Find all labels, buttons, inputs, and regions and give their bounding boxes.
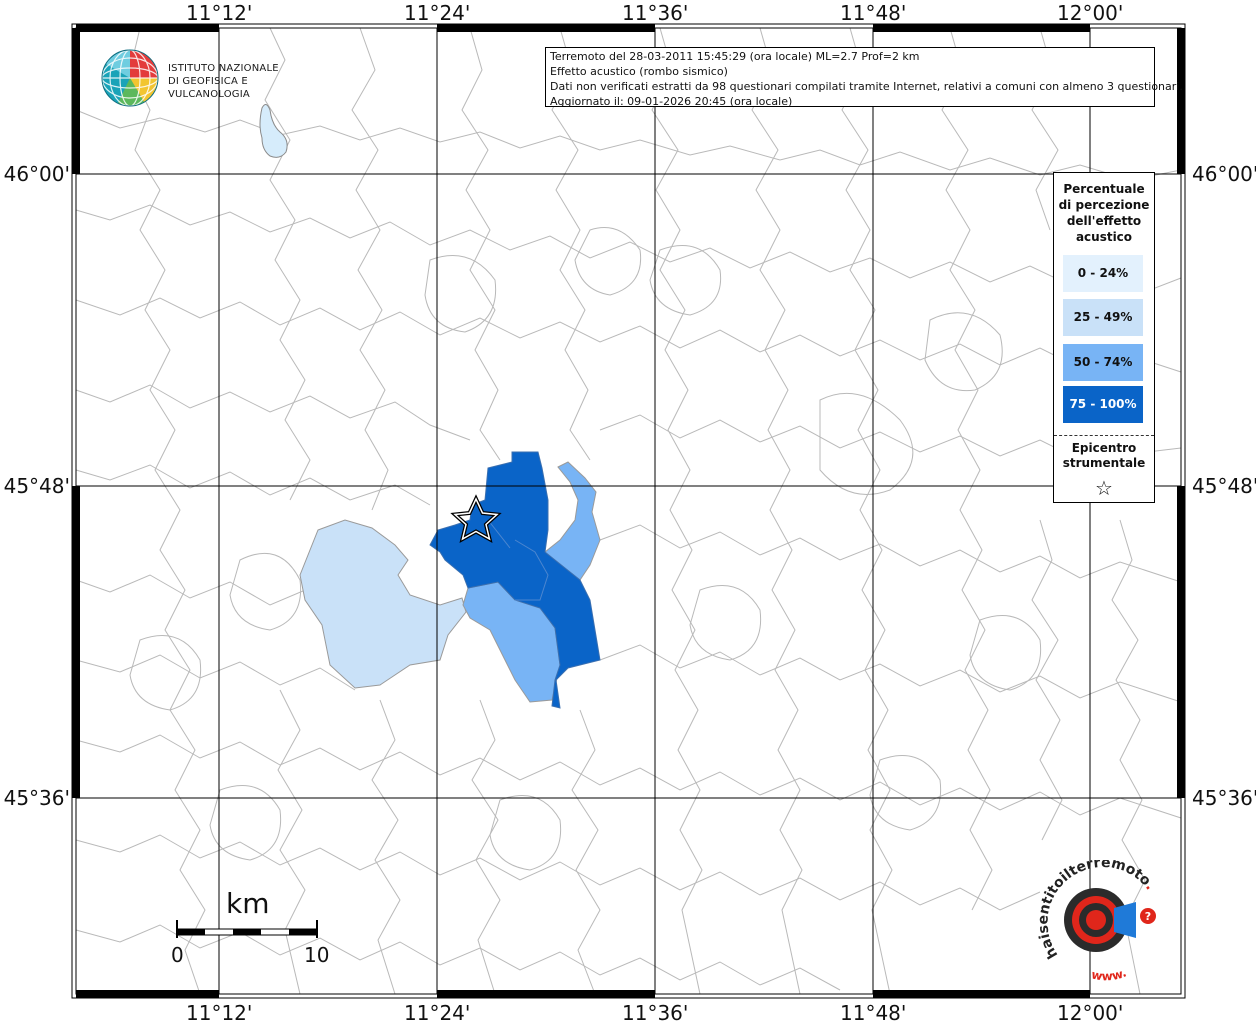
scale-end: 10 xyxy=(304,943,330,967)
legend-class-75-100: 75 - 100% xyxy=(1063,386,1143,423)
lon-tick-top-1: 11°12' xyxy=(186,1,253,25)
svg-text:?: ? xyxy=(1145,910,1151,923)
lon-tick-bottom-5: 12°00' xyxy=(1057,1001,1124,1025)
lon-tick-top-3: 11°36' xyxy=(622,1,689,25)
legend-epicenter-line: strumentale xyxy=(1062,456,1146,470)
ingv-name-line2: DI GEOFISICA E VULCANOLOGIA xyxy=(168,76,250,100)
lon-tick-top-2: 11°24' xyxy=(404,1,471,25)
map-area xyxy=(76,28,1181,994)
legend-title-line: acustico xyxy=(1075,230,1133,244)
ingv-logo: ISTITUTO NAZIONALE DI GEOFISICA E VULCAN… xyxy=(100,48,310,108)
legend-title-line: dell'effetto xyxy=(1066,214,1142,228)
lat-tick-left-2: 45°48' xyxy=(3,474,70,498)
brand-www-text: www. xyxy=(1090,965,1128,983)
info-data-line: Dati non verificati estratti da 98 quest… xyxy=(550,80,1183,93)
legend-title-line: di percezione xyxy=(1058,198,1150,212)
legend-class-0-24: 0 - 24% xyxy=(1063,255,1143,292)
legend-divider xyxy=(1054,435,1154,436)
legend-title: Percentuale di percezione dell'effetto a… xyxy=(1054,181,1154,245)
ingv-name-line1: ISTITUTO NAZIONALE xyxy=(168,63,279,74)
svg-text:www.: www. xyxy=(1090,965,1128,983)
scale-start: 0 xyxy=(171,943,184,967)
haisentitoilterremoto-logo: ? haisentitoilterremoto.it www. xyxy=(1036,860,1158,983)
legend-epicenter-line: Epicentro xyxy=(1071,441,1137,455)
legend-class-25-49: 25 - 49% xyxy=(1063,299,1143,336)
lat-tick-left-3: 45°36' xyxy=(3,786,70,810)
lat-tick-right-3: 45°36' xyxy=(1192,786,1256,810)
lat-tick-left-1: 46°00' xyxy=(3,162,70,186)
lat-tick-right-1: 46°00' xyxy=(1192,162,1256,186)
legend-title-line: Percentuale xyxy=(1063,182,1145,196)
lat-tick-right-2: 45°48' xyxy=(1192,474,1256,498)
lon-tick-bottom-1: 11°12' xyxy=(186,1001,253,1025)
info-effect-line: Effetto acustico (rombo sismico) xyxy=(550,65,728,78)
lon-tick-top-4: 11°48' xyxy=(840,1,907,25)
info-event-line: Terremoto del 28-03-2011 15:45:29 (ora l… xyxy=(550,50,920,63)
sound-cone-icon xyxy=(1114,902,1136,938)
ingv-globe-icon xyxy=(101,49,159,107)
legend: Percentuale di percezione dell'effetto a… xyxy=(1053,172,1155,503)
lon-tick-top-5: 12°00' xyxy=(1057,1,1124,25)
lon-tick-bottom-4: 11°48' xyxy=(840,1001,907,1025)
legend-class-50-74: 50 - 74% xyxy=(1063,344,1143,381)
legend-epicenter-label: Epicentro strumentale xyxy=(1054,441,1154,471)
legend-star-icon: ☆ xyxy=(1095,476,1113,500)
lon-tick-bottom-2: 11°24' xyxy=(404,1001,471,1025)
earthquake-info-box: Terremoto del 28-03-2011 15:45:29 (ora l… xyxy=(545,47,1183,108)
lon-tick-bottom-3: 11°36' xyxy=(622,1001,689,1025)
scale-unit: km xyxy=(226,887,270,920)
info-updated-line: Aggiornato il: 09-01-2026 20:45 (ora loc… xyxy=(550,95,793,108)
